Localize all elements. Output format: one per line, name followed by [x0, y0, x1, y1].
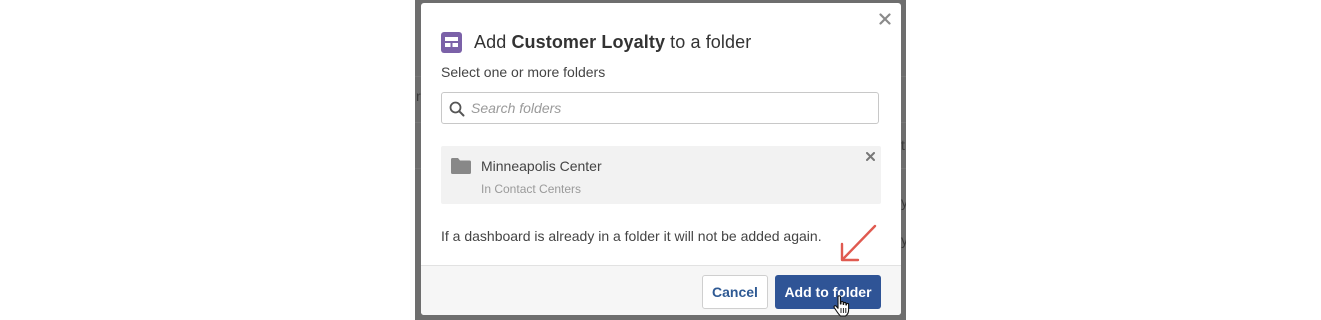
- selected-folder-item: Minneapolis Center In Contact Centers: [441, 146, 881, 204]
- add-to-folder-button[interactable]: Add to folder: [775, 275, 881, 309]
- background-text-fragment: t: [901, 137, 905, 153]
- search-icon: [449, 101, 465, 117]
- close-icon[interactable]: [876, 10, 894, 28]
- dialog-title: Add Customer Loyalty to a folder: [474, 31, 752, 52]
- dashboard-name: Customer Loyalty: [511, 31, 666, 52]
- duplicate-note: If a dashboard is already in a folder it…: [441, 228, 822, 244]
- folder-name: Minneapolis Center: [481, 158, 602, 174]
- hand-pointer-cursor-icon: [833, 295, 850, 317]
- cancel-button[interactable]: Cancel: [702, 275, 768, 309]
- folder-path: In Contact Centers: [481, 182, 582, 196]
- annotation-arrow-icon: [840, 224, 877, 262]
- background-text-fragment: y: [901, 194, 906, 210]
- folder-search-box[interactable]: [441, 92, 879, 124]
- dialog-subtitle: Select one or more folders: [441, 64, 606, 80]
- dialog-footer: Cancel Add to folder: [421, 265, 901, 315]
- background-text-fragment: y: [901, 232, 906, 248]
- dialog-title-row: Add Customer Loyalty to a folder: [441, 30, 751, 54]
- dashboard-icon: [441, 31, 462, 53]
- remove-folder-icon[interactable]: [864, 150, 876, 162]
- search-input[interactable]: [471, 97, 871, 119]
- add-to-folder-dialog: Add Customer Loyalty to a folder Select …: [421, 3, 901, 315]
- folder-icon: [451, 158, 471, 174]
